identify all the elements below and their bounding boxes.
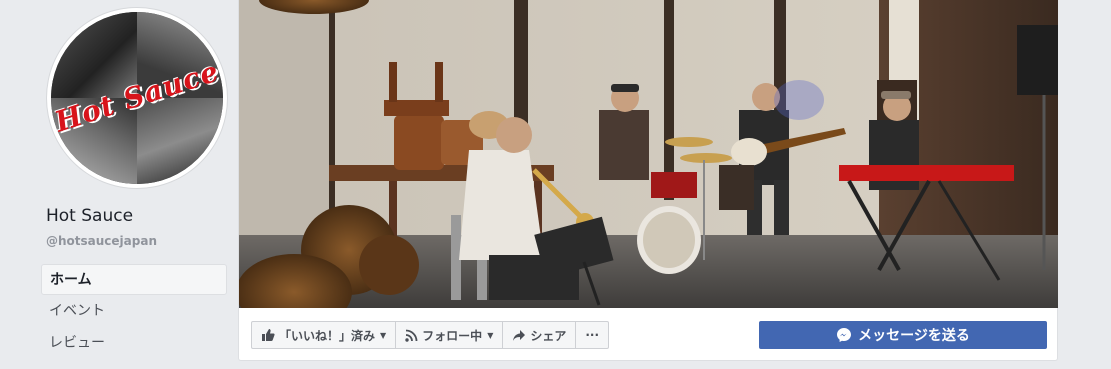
liked-button-label: 「いいね！」済み [279, 328, 376, 343]
cover-photo[interactable] [239, 0, 1059, 308]
chevron-down-icon: ▼ [487, 330, 494, 340]
primary-actions-group: 「いいね！」済み ▼ フォロー中 ▼ シェア ··· [251, 321, 610, 349]
messenger-icon [836, 327, 852, 343]
chevron-down-icon: ▼ [380, 330, 387, 340]
nav-item-next-partial[interactable] [41, 360, 227, 369]
nav-item-reviews[interactable]: レビュー [41, 328, 227, 359]
right-gutter [1058, 0, 1111, 369]
page-action-bar: 「いいね！」済み ▼ フォロー中 ▼ シェア ··· [251, 321, 610, 349]
share-arrow-icon [512, 329, 526, 342]
page-title[interactable]: Hot Sauce [46, 206, 133, 226]
left-column: Hot Sauce Hot Sauce @hotsaucejapan ホーム イ… [0, 0, 238, 369]
page-nav: ホーム イベント レビュー [41, 264, 227, 369]
profile-picture[interactable]: Hot Sauce [47, 8, 227, 188]
page-handle[interactable]: @hotsaucejapan [46, 234, 157, 248]
rss-icon [405, 329, 418, 342]
liked-button[interactable]: 「いいね！」済み ▼ [252, 322, 397, 348]
send-message-label: メッセージを送る [858, 328, 970, 344]
following-button[interactable]: フォロー中 ▼ [396, 322, 504, 348]
share-button[interactable]: シェア [503, 322, 577, 348]
share-button-label: シェア [530, 328, 567, 343]
more-dots-icon: ··· [585, 328, 600, 342]
cover-card: 「いいね！」済み ▼ フォロー中 ▼ シェア ··· メッセージを送る [238, 0, 1059, 361]
thumbs-up-icon [261, 328, 275, 342]
nav-item-home[interactable]: ホーム [41, 264, 227, 295]
cover-photo-image [239, 0, 1059, 308]
profile-picture-image: Hot Sauce [51, 12, 223, 184]
send-message-button[interactable]: メッセージを送る [759, 321, 1047, 349]
more-options-button[interactable]: ··· [576, 322, 608, 348]
following-button-label: フォロー中 [422, 328, 483, 343]
nav-item-events[interactable]: イベント [41, 296, 227, 327]
